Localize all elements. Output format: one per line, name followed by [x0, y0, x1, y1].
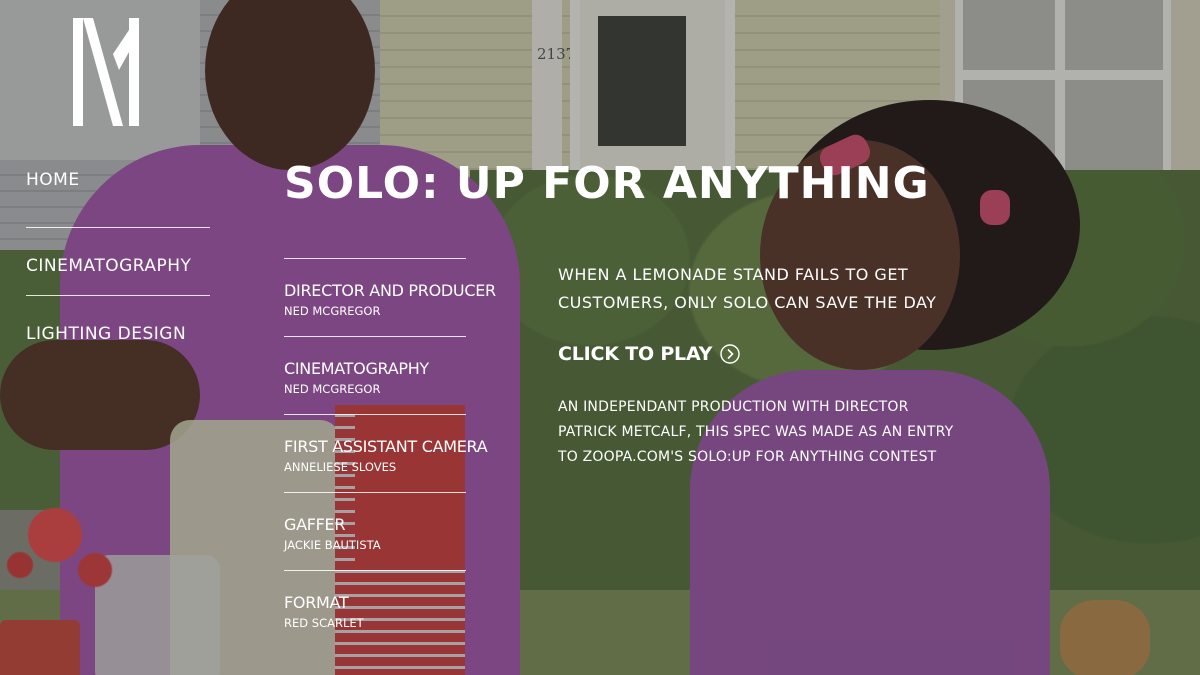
credit-item: CINEMATOGRAPHY NED MCGREGOR [284, 337, 466, 415]
main-nav: HOME CINEMATOGRAPHY LIGHTING DESIGN [26, 160, 210, 364]
chevron-right-circle-icon[interactable] [720, 344, 740, 364]
credit-item: DIRECTOR AND PRODUCER NED MCGREGOR [284, 259, 496, 337]
project-tagline: WHEN A LEMONADE STAND FAILS TO GET CUSTO… [558, 265, 937, 312]
credit-role: FIRST ASSISTANT CAMERA [284, 437, 488, 456]
project-description: AN INDEPENDANT PRODUCTION WITH DIRECTOR … [558, 399, 954, 465]
credit-item: FORMAT RED SCARLET [284, 571, 466, 649]
credit-name: NED MCGREGOR [284, 382, 381, 396]
play-button-label[interactable]: CLICK TO PLAY [558, 343, 712, 365]
credit-name: RED SCARLET [284, 616, 364, 630]
credit-item: FIRST ASSISTANT CAMERA ANNELIESE SLOVES [284, 415, 488, 493]
nav-cinematography-link[interactable]: CINEMATOGRAPHY [26, 228, 210, 296]
credit-name: NED MCGREGOR [284, 304, 381, 318]
project-title: SOLO: UP FOR ANYTHING [284, 158, 930, 209]
nm-monogram-logo[interactable] [73, 18, 139, 126]
credits-list: DIRECTOR AND PRODUCER NED MCGREGOR CINEM… [284, 258, 496, 649]
credit-item: GAFFER JACKIE BAUTISTA [284, 493, 466, 571]
credit-role: DIRECTOR AND PRODUCER [284, 281, 496, 300]
credit-role: CINEMATOGRAPHY [284, 359, 429, 378]
nav-home-link[interactable]: HOME [26, 160, 210, 228]
credit-name: ANNELIESE SLOVES [284, 460, 397, 474]
play-button[interactable]: CLICK TO PLAY [558, 343, 740, 365]
credit-role: GAFFER [284, 515, 346, 534]
credit-name: JACKIE BAUTISTA [284, 538, 381, 552]
nav-lighting-design-link[interactable]: LIGHTING DESIGN [26, 296, 210, 364]
credit-role: FORMAT [284, 593, 349, 612]
